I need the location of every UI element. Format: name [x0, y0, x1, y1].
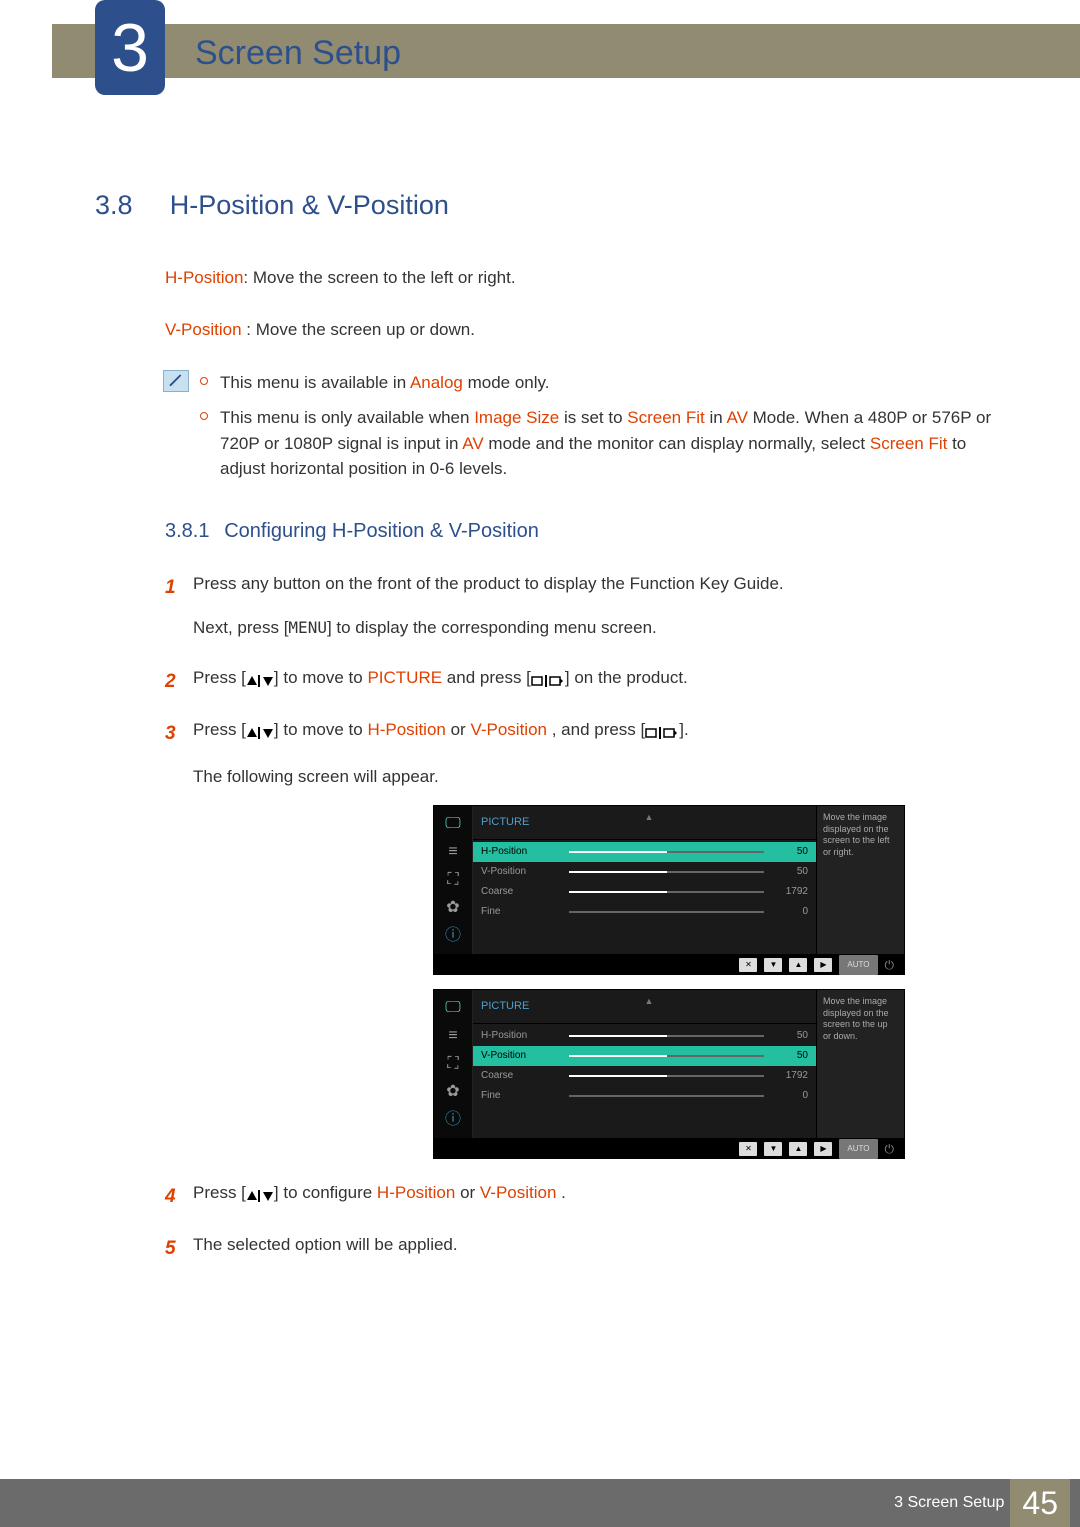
- arrow-up-icon: ▲: [645, 993, 654, 1010]
- osd-footer: ✕ ▼ ▲ ▶ AUTO ⏻: [434, 1138, 904, 1158]
- close-icon: ✕: [739, 1142, 757, 1156]
- subsection-number: 3.8.1: [165, 520, 209, 542]
- osd-row-hposition: H-Position 50: [473, 842, 816, 862]
- subsection-title: Configuring H-Position & V-Position: [224, 520, 539, 542]
- chapter-title: Screen Setup: [195, 34, 401, 73]
- menu-key-label: MENU: [288, 618, 327, 637]
- hposition-label: H-Position: [165, 268, 243, 287]
- info-icon: ⓘ: [442, 1110, 464, 1130]
- osd-row-coarse: Coarse 1792: [473, 882, 816, 902]
- osd-row-hposition: H-Position 50: [473, 1026, 816, 1046]
- list-icon: ≡: [442, 1026, 464, 1046]
- osd-panel-title: PICTURE ▲: [473, 806, 816, 840]
- up-down-icon: [246, 664, 274, 696]
- vposition-description: V-Position : Move the screen up or down.: [165, 318, 1000, 342]
- slider-bar: [569, 891, 764, 893]
- gear-icon: ✿: [442, 1082, 464, 1102]
- enter-source-icon: [645, 716, 679, 748]
- osd-menu-hposition: 🖵 ≡ ⛶ ✿ ⓘ PICTURE ▲: [433, 805, 905, 975]
- hposition-description: H-Position: Move the screen to the left …: [165, 266, 1000, 290]
- slider-bar: [569, 1035, 764, 1037]
- arrow-down-icon: ▼: [764, 1142, 782, 1156]
- section-title: H-Position & V-Position: [170, 190, 449, 221]
- osd-row-fine: Fine 0: [473, 1086, 816, 1106]
- slider-bar: [569, 851, 764, 853]
- step-4: 4 Press [] to configure H-Position or V-…: [165, 1177, 1000, 1211]
- arrow-up-icon: ▲: [789, 958, 807, 972]
- section-number: 3.8: [95, 190, 165, 221]
- step-3: 3 Press [] to move to H-Position or V-Po…: [165, 714, 1000, 1159]
- gear-icon: ✿: [442, 898, 464, 918]
- osd-footer: ✕ ▼ ▲ ▶ AUTO ⏻: [434, 954, 904, 974]
- osd-menu-vposition: 🖵 ≡ ⛶ ✿ ⓘ PICTURE ▲: [433, 989, 905, 1159]
- osd-row-vposition: V-Position 50: [473, 862, 816, 882]
- osd-row-fine: Fine 0: [473, 902, 816, 922]
- osd-row-vposition: V-Position 50: [473, 1046, 816, 1066]
- note-item: This menu is only available when Image S…: [220, 405, 1000, 482]
- step-2: 2 Press [] to move to PICTURE and press …: [165, 662, 1000, 696]
- slider-bar: [569, 1095, 764, 1097]
- slider-bar: [569, 911, 764, 913]
- page-number: 45: [1010, 1479, 1070, 1527]
- size-icon: ⛶: [442, 870, 464, 890]
- auto-label: AUTO: [839, 955, 877, 974]
- power-icon: ⏻: [885, 954, 895, 977]
- list-icon: ≡: [442, 842, 464, 862]
- osd-panel-title: PICTURE ▲: [473, 990, 816, 1024]
- page-footer: 3 Screen Setup 45: [0, 1479, 1080, 1527]
- close-icon: ✕: [739, 958, 757, 972]
- arrow-up-icon: ▲: [645, 809, 654, 826]
- chapter-number: 3: [111, 9, 149, 87]
- note-item: This menu is available in Analog mode on…: [220, 370, 1000, 396]
- vposition-label: V-Position: [165, 320, 242, 339]
- osd-description: Move the image displayed on the screen t…: [816, 990, 904, 1138]
- picture-icon: 🖵: [442, 998, 464, 1018]
- arrow-right-icon: ▶: [814, 958, 832, 972]
- info-icon: ⓘ: [442, 926, 464, 946]
- slider-bar: [569, 871, 764, 873]
- section-heading: 3.8 H-Position & V-Position: [95, 190, 1000, 221]
- arrow-right-icon: ▶: [814, 1142, 832, 1156]
- arrow-up-icon: ▲: [789, 1142, 807, 1156]
- slider-bar: [569, 1075, 764, 1077]
- step-5: 5 The selected option will be applied.: [165, 1229, 1000, 1261]
- arrow-down-icon: ▼: [764, 958, 782, 972]
- step-1: 1 Press any button on the front of the p…: [165, 568, 1000, 645]
- chapter-number-box: 3: [95, 0, 165, 95]
- slider-bar: [569, 1055, 764, 1057]
- size-icon: ⛶: [442, 1054, 464, 1074]
- subsection-heading: 3.8.1 Configuring H-Position & V-Positio…: [165, 520, 1000, 543]
- power-icon: ⏻: [885, 1138, 895, 1161]
- auto-label: AUTO: [839, 1139, 877, 1158]
- up-down-icon: [246, 1179, 274, 1211]
- osd-description: Move the image displayed on the screen t…: [816, 806, 904, 954]
- osd-row-coarse: Coarse 1792: [473, 1066, 816, 1086]
- footer-chapter-label: 3 Screen Setup: [894, 1494, 1004, 1512]
- enter-source-icon: [531, 664, 565, 696]
- note-icon: [163, 370, 189, 392]
- note-block: This menu is available in Analog mode on…: [165, 370, 1000, 482]
- up-down-icon: [246, 716, 274, 748]
- picture-icon: 🖵: [442, 814, 464, 834]
